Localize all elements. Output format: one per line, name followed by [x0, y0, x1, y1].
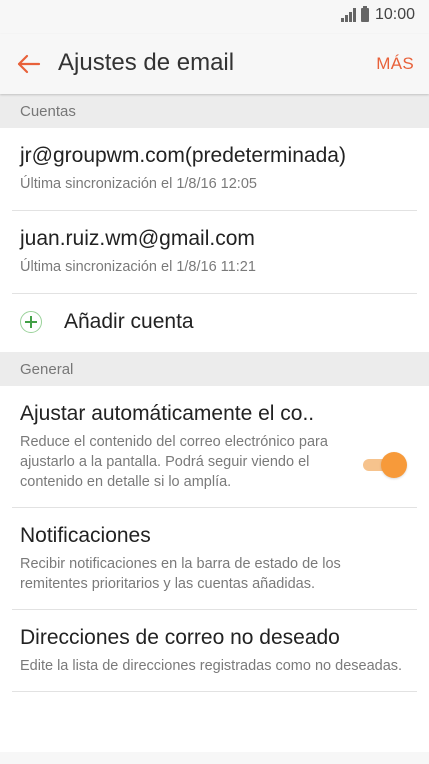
add-account-button[interactable]: Añadir cuenta [0, 294, 429, 352]
setting-description: Recibir notificaciones en la barra de es… [20, 556, 341, 592]
empty-space [0, 692, 429, 752]
toggle-knob [381, 452, 407, 478]
accounts-list: jr@groupwm.com(predeterminada) Última si… [0, 128, 429, 352]
account-email: jr@groupwm.com(predeterminada) [20, 144, 346, 167]
status-time: 10:00 [374, 6, 415, 23]
back-button[interactable] [16, 52, 42, 76]
setting-description: Reduce el contenido del correo electróni… [20, 434, 328, 490]
account-item[interactable]: jr@groupwm.com(predeterminada) Última si… [0, 128, 429, 210]
add-account-label: Añadir cuenta [64, 310, 194, 333]
status-indicators: 10:00 [340, 6, 415, 24]
more-button[interactable]: MÁS [376, 54, 414, 74]
auto-fit-toggle[interactable] [363, 451, 407, 478]
account-sync-status: Última sincronización el 1/8/16 11:21 [20, 259, 256, 275]
section-header-accounts: Cuentas [0, 94, 429, 128]
setting-spam-addresses[interactable]: Direcciones de correo no deseado Edite l… [0, 610, 429, 691]
setting-auto-fit[interactable]: Ajustar automáticamente el co.. Reduce e… [0, 386, 429, 507]
battery-icon [360, 6, 369, 22]
status-bar: 10:00 [0, 0, 429, 34]
setting-notifications[interactable]: Notificaciones Recibir notificaciones en… [0, 508, 429, 609]
account-email: juan.ruiz.wm@gmail.com [20, 227, 255, 250]
app-bar: Ajustes de email MÁS [0, 34, 429, 94]
plus-circle-icon [20, 311, 42, 333]
setting-title: Notificaciones [20, 524, 151, 547]
setting-title: Direcciones de correo no deseado [20, 626, 340, 649]
account-item[interactable]: juan.ruiz.wm@gmail.com Última sincroniza… [0, 211, 429, 293]
setting-title: Ajustar automáticamente el co.. [20, 402, 315, 425]
page-title: Ajustes de email [58, 49, 235, 76]
section-header-general: General [0, 352, 429, 386]
general-settings-list: Ajustar automáticamente el co.. Reduce e… [0, 386, 429, 752]
account-sync-status: Última sincronización el 1/8/16 12:05 [20, 176, 257, 192]
arrow-left-icon [17, 54, 41, 74]
setting-description: Edite la lista de direcciones registrada… [20, 658, 403, 674]
signal-icon [340, 8, 357, 22]
